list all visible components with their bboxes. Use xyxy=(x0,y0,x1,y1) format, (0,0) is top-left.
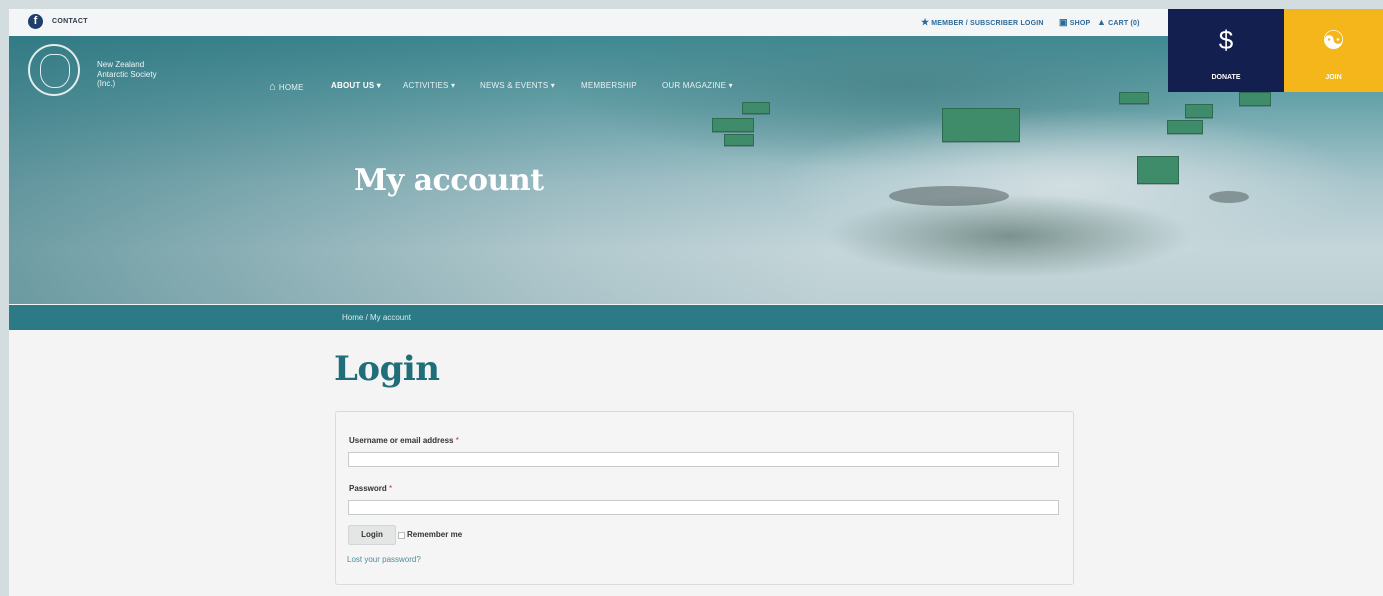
donate-icon: $ xyxy=(1218,25,1234,55)
username-label: Username or email address * xyxy=(349,436,459,445)
remember-me-checkbox[interactable] xyxy=(398,532,405,539)
hero-building xyxy=(1185,104,1213,118)
contact-link[interactable]: CONTACT xyxy=(52,18,88,25)
required-mark: * xyxy=(389,484,393,493)
hero-rock xyxy=(889,186,1009,206)
hero-building xyxy=(1239,92,1271,106)
join-button[interactable]: ☯ JOIN xyxy=(1284,9,1383,92)
society-logo[interactable] xyxy=(28,44,80,96)
remember-me-label[interactable]: Remember me xyxy=(407,530,462,539)
login-button[interactable]: Login xyxy=(348,525,396,545)
hero-building xyxy=(742,102,770,114)
shop-label: SHOP xyxy=(1069,20,1091,27)
donate-button[interactable]: $ DONATE xyxy=(1168,9,1284,92)
password-field[interactable] xyxy=(348,500,1059,515)
breadcrumb-bar: Home / My account xyxy=(9,305,1383,330)
join-icon: ☯ xyxy=(1321,25,1346,55)
login-heading: Login xyxy=(334,349,440,389)
hero-building xyxy=(1119,92,1149,104)
hero-building xyxy=(1167,120,1203,134)
cart-label: CART (0) xyxy=(1108,20,1140,27)
nav-home[interactable]: ⌂ HOME xyxy=(269,81,304,93)
breadcrumb[interactable]: Home / My account xyxy=(342,313,411,322)
hero-building xyxy=(724,134,754,146)
hero-building xyxy=(942,108,1020,142)
nav-activities[interactable]: ACTIVITIES ▾ xyxy=(403,81,455,90)
login-form: Username or email address * Password * L… xyxy=(335,411,1074,585)
user-icon: ★ xyxy=(921,17,930,27)
shop-link[interactable]: ▣ SHOP xyxy=(1059,17,1090,28)
page-title: My account xyxy=(354,163,544,198)
member-login-link[interactable]: ★ MEMBER / SUBSCRIBER LOGIN xyxy=(921,17,1044,28)
hero-building xyxy=(712,118,754,132)
facebook-icon[interactable]: f xyxy=(28,14,43,29)
join-label: JOIN xyxy=(1325,74,1342,81)
lost-password-link[interactable]: Lost your password? xyxy=(347,555,421,564)
logo-text: New Zealand Antarctic Society (Inc.) xyxy=(97,60,157,88)
required-mark: * xyxy=(455,436,459,445)
hero-rock xyxy=(1209,191,1249,203)
nav-news-events[interactable]: NEWS & EVENTS ▾ xyxy=(480,81,555,90)
username-field[interactable] xyxy=(348,452,1059,467)
cart-link[interactable]: ▲ CART (0) xyxy=(1097,17,1140,27)
member-login-label: MEMBER / SUBSCRIBER LOGIN xyxy=(931,20,1044,27)
home-icon: ⌂ xyxy=(269,81,276,93)
penguin-emblem-icon xyxy=(40,54,70,88)
basket-icon: ▣ xyxy=(1059,17,1068,27)
hero-building xyxy=(1137,156,1179,184)
page: f CONTACT ★ MEMBER / SUBSCRIBER LOGIN ▣ SH… xyxy=(9,9,1383,596)
nav-membership[interactable]: MEMBERSHIP xyxy=(581,81,637,90)
nav-home-label: HOME xyxy=(278,83,304,92)
nav-about-us[interactable]: ABOUT US ▾ xyxy=(331,81,381,90)
donate-label: DONATE xyxy=(1211,74,1241,81)
nav-our-magazine[interactable]: OUR MAGAZINE ▾ xyxy=(662,81,733,90)
cart-icon: ▲ xyxy=(1097,17,1107,27)
password-label: Password * xyxy=(349,484,393,493)
